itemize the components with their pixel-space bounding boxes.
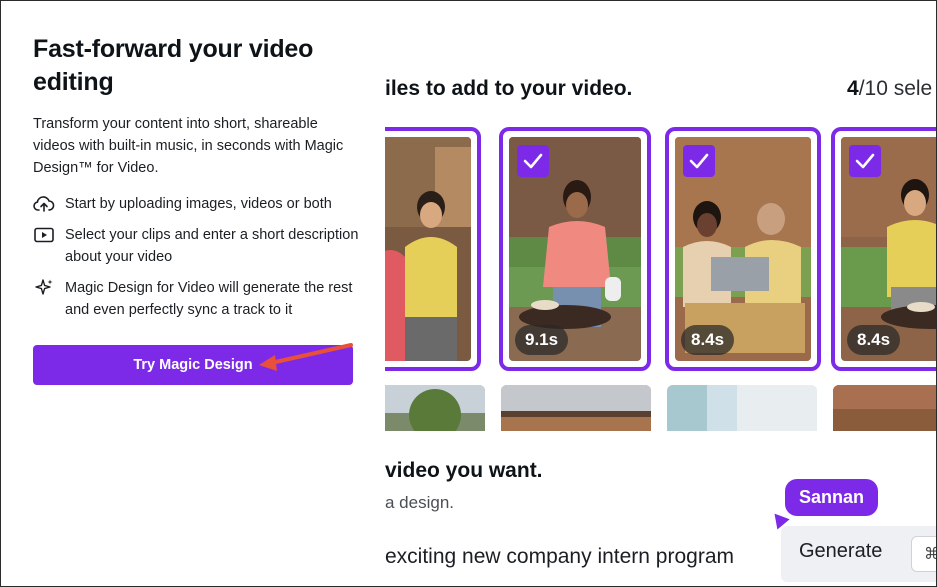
selection-count: 4/10 sele: [847, 77, 932, 101]
panel-title: Fast-forward your video editing: [33, 35, 314, 96]
clip-thumbnail: 8.4s: [841, 137, 936, 361]
prompt-input[interactable]: exciting new company intern program: [385, 545, 734, 569]
step-upload: Start by uploading images, videos or bot…: [33, 193, 363, 215]
step-text: Select your clips and enter a short desc…: [65, 227, 359, 265]
steps-list: Start by uploading images, videos or bot…: [33, 193, 363, 330]
prompt-subtext: a design.: [385, 493, 454, 512]
clip-picker-heading: iles to add to your video.: [385, 77, 633, 100]
cloud-upload-icon: [33, 193, 55, 215]
clip-thumbnail: 8.4s: [675, 137, 811, 361]
selected-count: 4: [847, 77, 859, 100]
prompt-heading: video you want.: [385, 459, 543, 482]
clip-card[interactable]: 9.1s: [499, 127, 651, 371]
clip-thumbnail: 9.1s: [509, 137, 641, 361]
total-count: /10 sele: [858, 77, 933, 100]
clip-duration: 9.1s: [515, 325, 569, 355]
generate-button[interactable]: Generate ⌘: [781, 526, 936, 582]
info-panel: Fast-forward your video editing Transfor…: [1, 1, 385, 586]
selected-check-icon: [683, 145, 715, 177]
clip-thumbnail: s: [385, 137, 471, 361]
panel-description: Transform your content into short, share…: [33, 116, 344, 176]
dialog-frame: Fast-forward your video editing Transfor…: [0, 0, 937, 587]
step-text: Start by uploading images, videos or bot…: [65, 196, 332, 212]
collaborator-label: Sannan: [785, 479, 879, 516]
step-generate: Magic Design for Video will generate the…: [33, 277, 363, 321]
try-magic-design-button[interactable]: Try Magic Design: [33, 345, 353, 385]
preview-panel: iles to add to your video. 4/10 sele 9.1…: [385, 1, 936, 586]
command-key-icon: ⌘: [911, 536, 936, 572]
clip-duration: 8.4s: [681, 325, 735, 355]
clip-card[interactable]: 8.4s: [831, 127, 936, 371]
step-text: Magic Design for Video will generate the…: [65, 280, 353, 318]
clip-card[interactable]: s: [385, 127, 481, 371]
selected-check-icon: [517, 145, 549, 177]
step-select: Select your clips and enter a short desc…: [33, 224, 363, 268]
clip-duration: 8.4s: [847, 325, 901, 355]
selected-check-icon: [849, 145, 881, 177]
sparkle-icon: [33, 277, 55, 299]
clip-picker: iles to add to your video. 4/10 sele 9.1…: [385, 1, 936, 445]
video-play-icon: [33, 224, 55, 246]
generate-label: Generate: [799, 540, 883, 562]
clip-card[interactable]: 8.4s: [665, 127, 821, 371]
